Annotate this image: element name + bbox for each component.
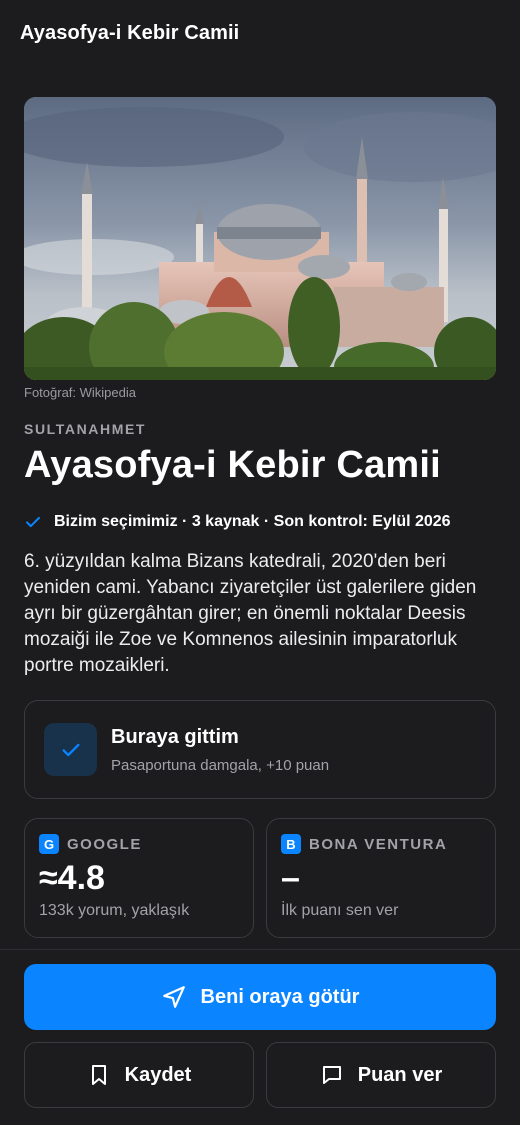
place-title: Ayasofya-i Kebir Camii — [24, 444, 441, 486]
district-label: SULTANAHMET — [24, 421, 147, 437]
visited-title: Buraya gittim — [111, 725, 239, 748]
rating-card-bona-ventura[interactable]: B BONA VENTURA – İlk puanı sen ver — [266, 818, 496, 938]
bona-ventura-badge-icon: B — [281, 834, 301, 854]
rating-value: – — [281, 859, 300, 897]
save-button-label: Kaydet — [124, 1063, 192, 1086]
navigation-arrow-icon — [162, 986, 185, 1008]
divider — [0, 949, 520, 950]
check-icon — [61, 743, 80, 756]
rating-value: ≈4.8 — [39, 859, 105, 897]
rating-subtitle: İlk puanı sen ver — [281, 902, 399, 919]
photo-credit: Fotoğraf: Wikipedia — [24, 385, 136, 400]
top-bar-title: Ayasofya-i Kebir Camii — [20, 22, 240, 44]
comment-icon — [322, 1066, 341, 1084]
rating-source: GOOGLE — [67, 835, 142, 853]
meta-row: Bizim seçimimiz · 3 kaynak · Son kontrol… — [24, 510, 451, 534]
navigate-button-label: Beni oraya götür — [200, 985, 360, 1008]
meta-text: Bizim seçimimiz · 3 kaynak · Son kontrol… — [54, 513, 451, 530]
place-description: 6. yüzyıldan kalma Bizans katedrali, 202… — [24, 551, 477, 676]
visited-card[interactable]: Buraya gittim Pasaportuna damgala, +10 p… — [24, 700, 496, 799]
hero-photo — [24, 97, 496, 380]
bookmark-icon — [91, 1065, 106, 1085]
top-bar: Ayasofya-i Kebir Camii — [0, 0, 520, 72]
rating-source: BONA VENTURA — [309, 835, 448, 853]
save-button[interactable]: Kaydet — [24, 1042, 254, 1108]
hero-image — [24, 97, 496, 380]
visited-checkbox[interactable] — [44, 723, 97, 776]
check-icon — [26, 516, 40, 528]
rate-button[interactable]: Puan ver — [266, 1042, 496, 1108]
navigate-button[interactable]: Beni oraya götür — [24, 964, 496, 1030]
visited-subtitle: Pasaportuna damgala, +10 puan — [111, 756, 330, 774]
rating-card-google: G GOOGLE ≈4.8 133k yorum, yaklaşık — [24, 818, 254, 938]
rating-subtitle: 133k yorum, yaklaşık — [39, 902, 190, 919]
rate-button-label: Puan ver — [357, 1063, 443, 1086]
google-badge-icon: G — [39, 834, 59, 854]
